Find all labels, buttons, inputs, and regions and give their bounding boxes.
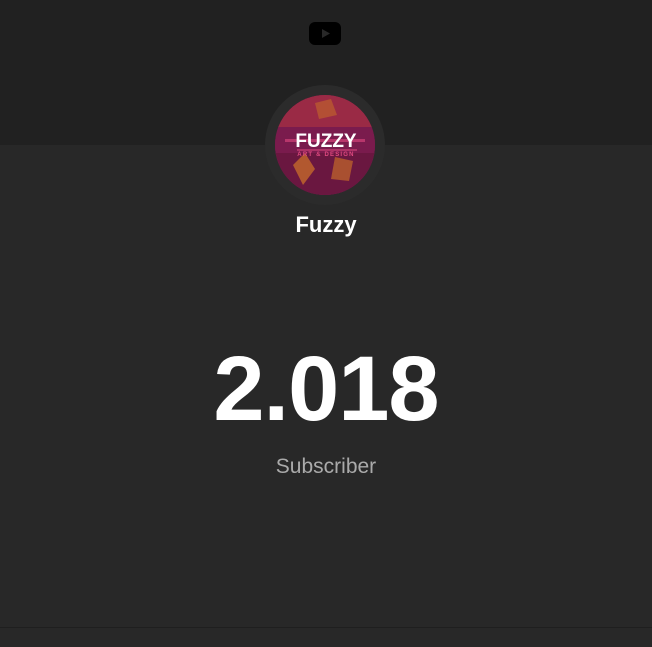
avatar-logo-subtitle: ART & DESIGN (297, 152, 354, 158)
subscriber-label: Subscriber (275, 455, 377, 478)
avatar-logo-title: FUZZY (295, 131, 357, 152)
subscriber-count: 2.018 (213, 338, 439, 440)
youtube-play-icon[interactable] (309, 22, 341, 45)
bottom-divider (0, 627, 652, 628)
subscriber-counter-page: FUZZY ART & DESIGN Fuzzy 2.018 Subscribe… (0, 0, 652, 647)
channel-name[interactable]: Fuzzy (0, 211, 652, 239)
avatar[interactable]: FUZZY ART & DESIGN (275, 95, 375, 195)
